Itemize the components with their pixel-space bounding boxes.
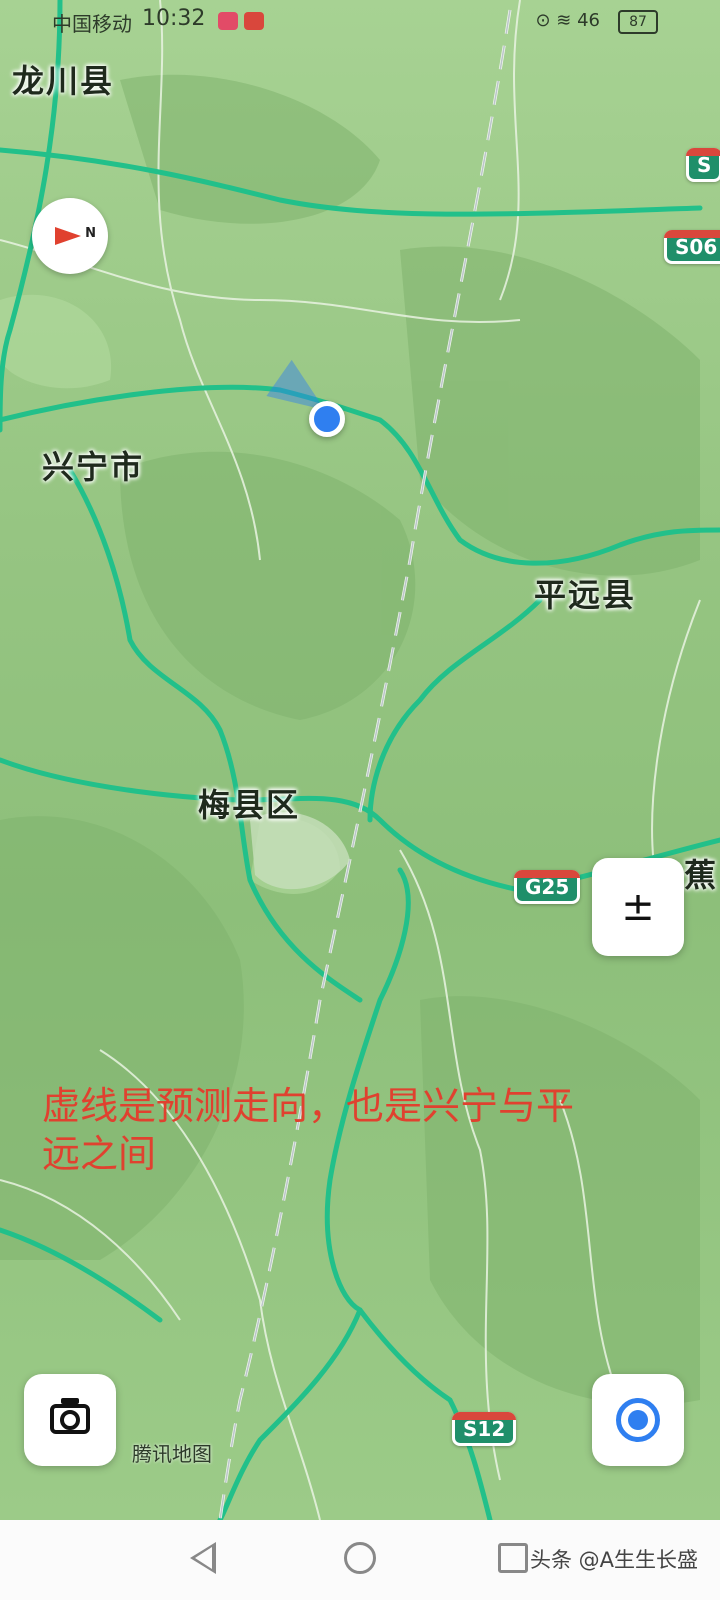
- compass-north-label: N: [85, 226, 96, 241]
- place-longchuan: 龙川县: [12, 62, 115, 100]
- map-layer: [0, 0, 720, 1520]
- place-jiao: 蕉: [684, 856, 719, 894]
- home-icon[interactable]: [344, 1542, 376, 1574]
- camera-lens: [60, 1410, 80, 1430]
- signal-icon: ⊙ ≋ 46: [535, 10, 600, 31]
- road-shield-s06: S06: [664, 230, 720, 264]
- place-pingyuan: 平远县: [534, 576, 637, 614]
- compass-button[interactable]: N: [32, 198, 108, 274]
- app-notification-icon: [218, 12, 238, 30]
- camera-button[interactable]: [24, 1374, 116, 1466]
- road-shield-s12: S12: [452, 1412, 517, 1446]
- app-notification-icon: [244, 12, 264, 30]
- annotation-text: 虚线是预测走向，也是兴宁与平远之间: [42, 1084, 575, 1176]
- system-nav-bar: 头条 @A生生长盛: [0, 1520, 720, 1600]
- status-bar: 中国移动 10:32 ⊙ ≋ 46 87: [0, 0, 720, 44]
- place-meixian: 梅县区: [198, 786, 301, 824]
- locate-button[interactable]: [592, 1374, 684, 1466]
- carrier-label: 中国移动: [52, 12, 132, 36]
- network-label: 46: [577, 10, 600, 31]
- zoom-button[interactable]: ±: [592, 858, 684, 956]
- road-shield-s: S: [686, 148, 720, 182]
- map-attribution: 腾讯地图: [132, 1442, 212, 1466]
- road-shield-g25: G25: [514, 870, 581, 904]
- map-canvas[interactable]: 龙川县 兴宁市 平远县 梅县区 蕉 S S06 G25 S12 虚线是预测走向，…: [0, 0, 720, 1520]
- compass-needle-icon: [55, 227, 81, 245]
- locate-center: [628, 1410, 648, 1430]
- clock: 10:32: [142, 6, 206, 31]
- recents-icon[interactable]: [498, 1543, 528, 1573]
- current-location-marker: [309, 401, 345, 437]
- battery-icon: 87: [618, 10, 658, 34]
- place-xingning: 兴宁市: [42, 448, 145, 486]
- watermark: 头条 @A生生长盛: [529, 1548, 698, 1572]
